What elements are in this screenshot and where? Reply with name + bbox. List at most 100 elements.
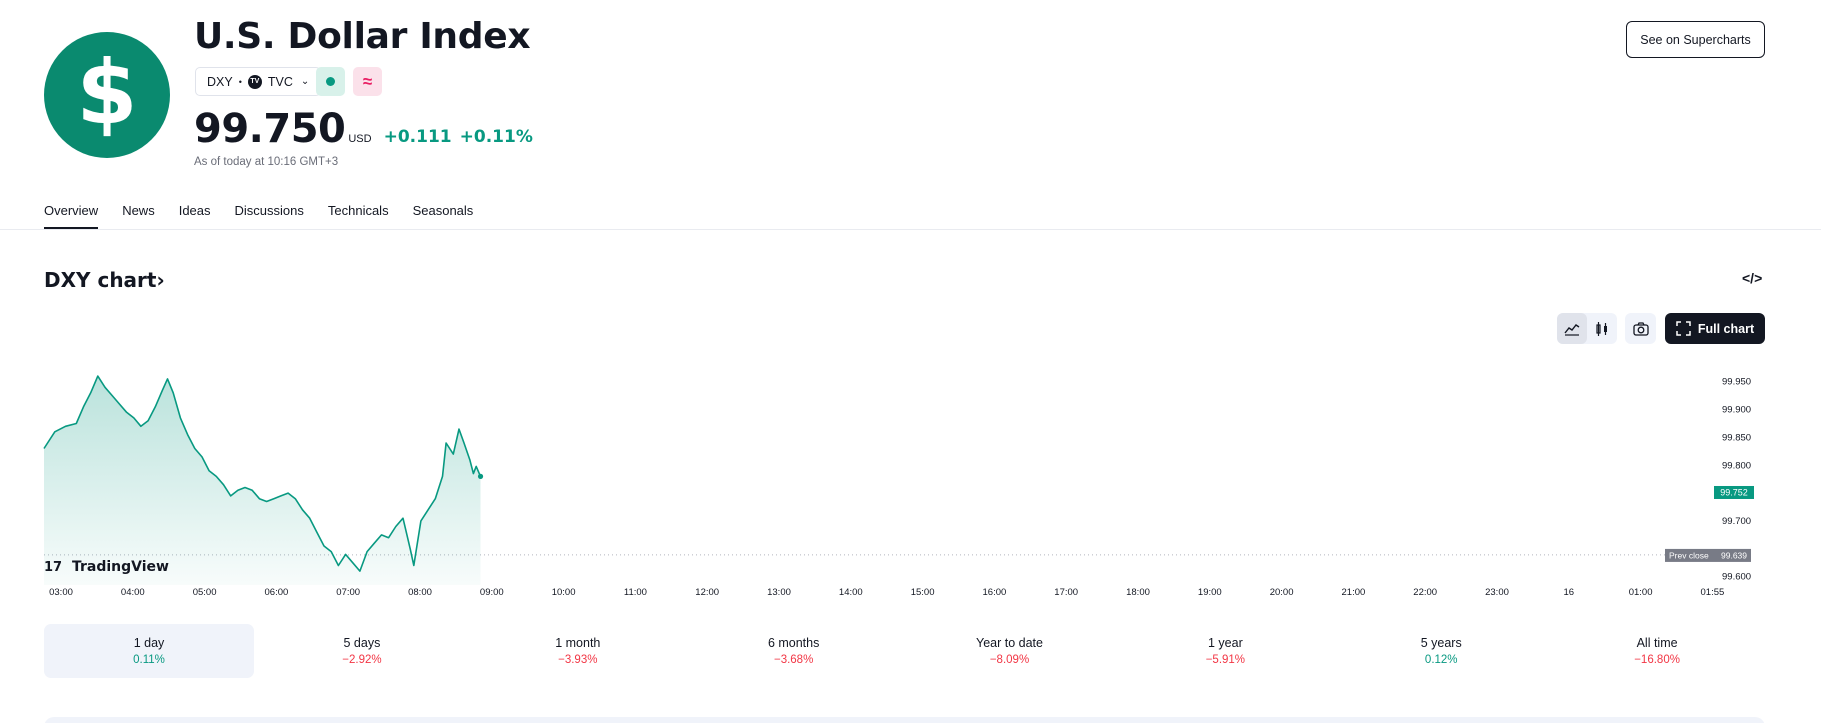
period-change: −3.68%	[773, 654, 814, 666]
tab-news[interactable]: News	[122, 203, 155, 229]
period-label: Year to date	[976, 636, 1043, 650]
area-chart-icon[interactable]	[1557, 313, 1587, 344]
tab-seasonals[interactable]: Seasonals	[413, 203, 474, 229]
x-tick-label: 10:00	[552, 587, 576, 598]
y-tick-label: 99.950	[1722, 377, 1751, 388]
x-tick-label: 01:55	[1701, 587, 1725, 598]
x-tick-label: 11:00	[624, 587, 647, 598]
approx-wave-icon: ≈	[362, 71, 373, 91]
chart-title-text: DXY chart	[44, 268, 157, 292]
x-tick-label: 22:00	[1413, 587, 1437, 598]
dxy-price-chart[interactable]: 99.950 99.900 99.850 99.800 99.700 99.600 03:0…	[0, 355, 1821, 605]
x-tick-label: 01:00	[1629, 587, 1653, 598]
prev-close-tag-value: 99.639	[1721, 550, 1747, 560]
chart-title-link[interactable]: DXY chart›	[44, 268, 165, 292]
page-title: U.S. Dollar Index	[194, 16, 531, 57]
x-tick-label: 14:00	[839, 587, 863, 598]
dollar-sign: $	[76, 41, 138, 144]
tradingview-mark-icon: TV	[247, 74, 262, 89]
y-tick-label: 99.700	[1722, 516, 1751, 527]
x-tick-label: 09:00	[480, 587, 504, 598]
y-tick-label: 99.900	[1722, 405, 1751, 416]
chart-style-toggle	[1557, 313, 1617, 344]
exchange-label: TVC	[267, 74, 293, 89]
prev-close-tag-label: Prev close	[1669, 550, 1709, 560]
period-6-months[interactable]: 6 months −3.68%	[686, 624, 902, 678]
market-status-badge[interactable]	[316, 67, 345, 96]
currency-label: USD	[348, 133, 372, 145]
period-1-month[interactable]: 1 month −3.93%	[470, 624, 686, 678]
period-label: 1 month	[555, 636, 601, 650]
last-price-tag-label: 99.752	[1720, 487, 1748, 497]
period-all-time[interactable]: All time −16.80%	[1549, 624, 1765, 678]
tab-overview[interactable]: Overview	[44, 203, 99, 229]
period-5-years[interactable]: 5 years 0.12%	[1333, 624, 1549, 678]
tradingview-logo-icon: 17	[44, 560, 62, 575]
tab-ideas[interactable]: Ideas	[179, 203, 211, 229]
approx-wave-badge[interactable]: ≈	[353, 67, 382, 96]
green-dot-icon	[326, 77, 335, 86]
period-1-day[interactable]: 1 day 0.11%	[44, 624, 254, 678]
dxy-logo: $	[44, 32, 170, 158]
x-tick-label: 19:00	[1198, 587, 1222, 598]
price-change: +0.111	[383, 127, 452, 147]
y-tick-label: 99.800	[1722, 460, 1751, 471]
period-change: −2.92%	[342, 654, 382, 666]
tab-bar: Overview News Ideas Discussions Technicals Se…	[44, 203, 497, 229]
period-change: −8.09%	[989, 654, 1030, 666]
x-tick-label: 16:00	[983, 587, 1007, 598]
fullscreen-icon	[1676, 321, 1691, 336]
period-5-days[interactable]: 5 days −2.92%	[254, 624, 470, 678]
period-performance-bar: 1 day 0.11% 5 days −2.92% 1 month −3.93% 6 mon…	[44, 624, 1765, 678]
x-tick-label: 05:00	[193, 587, 217, 598]
period-label: 5 years	[1420, 636, 1462, 650]
x-tick-label: 21:00	[1342, 587, 1366, 598]
chevron-down-icon: ⌄	[300, 76, 310, 87]
period-change: 0.12%	[1424, 654, 1458, 666]
period-change: −3.93%	[558, 654, 598, 666]
period-change: 0.11%	[133, 654, 165, 666]
chevron-right-icon: ›	[156, 268, 165, 292]
candles-icon[interactable]	[1587, 313, 1617, 344]
x-tick-label: 06:00	[265, 587, 289, 598]
symbol-exchange-selector[interactable]: DXY • TV TVC ⌄	[195, 67, 322, 96]
price-row: 99.750 USD +0.111 +0.11%	[194, 106, 533, 152]
last-price: 99.750	[194, 106, 346, 152]
last-price-dot	[477, 473, 484, 479]
y-tick-label: 99.850	[1722, 432, 1751, 443]
price-change-percent: +0.11%	[459, 127, 533, 147]
x-tick-label: 18:00	[1126, 587, 1150, 598]
embed-code-icon[interactable]: </>	[1742, 270, 1762, 286]
period-year-to-date[interactable]: Year to date −8.09%	[902, 624, 1118, 678]
period-label: 6 months	[767, 636, 820, 650]
x-tick-label: 12:00	[695, 587, 719, 598]
period-label: All time	[1636, 636, 1678, 650]
x-tick-label: 23:00	[1485, 587, 1509, 598]
x-tick-label: 08:00	[408, 587, 432, 598]
next-section-card	[44, 717, 1765, 723]
tradingview-brand-label: TradingView	[72, 559, 169, 575]
tab-discussions[interactable]: Discussions	[235, 203, 304, 229]
separator-dot: •	[238, 76, 242, 87]
period-label: 1 year	[1207, 636, 1243, 650]
x-tick-label: 20:00	[1270, 587, 1294, 598]
x-tick-label: 03:00	[49, 587, 73, 598]
period-label: 1 day	[133, 636, 165, 650]
camera-icon[interactable]	[1625, 313, 1656, 344]
full-chart-button[interactable]: Full chart	[1665, 313, 1765, 344]
x-tick-label: 07:00	[336, 587, 360, 598]
x-tick-label: 04:00	[121, 587, 145, 598]
tab-technicals[interactable]: Technicals	[328, 203, 389, 229]
as-of-timestamp: As of today at 10:16 GMT+3	[194, 156, 339, 168]
see-on-supercharts-button[interactable]: See on Supercharts	[1626, 21, 1765, 58]
x-tick-label: 17:00	[1054, 587, 1078, 598]
full-chart-label: Full chart	[1697, 321, 1755, 336]
tabs-divider	[0, 229, 1821, 230]
period-change: −16.80%	[1634, 654, 1680, 666]
period-label: 5 days	[343, 636, 381, 650]
period-1-year[interactable]: 1 year −5.91%	[1117, 624, 1333, 678]
x-tick-label: 15:00	[911, 587, 935, 598]
ticker-label: DXY	[207, 74, 233, 89]
period-change: −5.91%	[1205, 654, 1246, 666]
y-tick-label: 99.600	[1722, 572, 1751, 583]
